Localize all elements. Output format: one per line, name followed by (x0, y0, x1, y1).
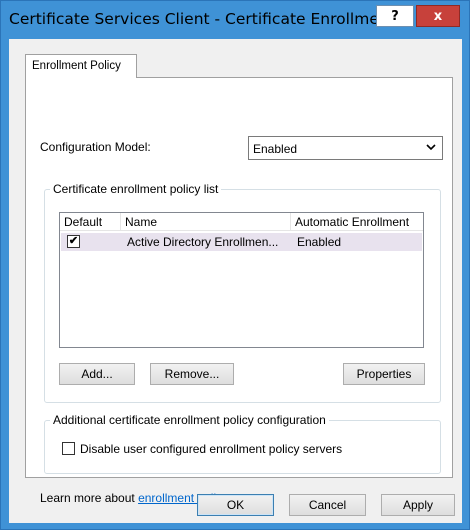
tab-panel: Configuration Model: Enabled Certificate… (25, 77, 453, 505)
disable-user-servers-checkbox[interactable] (62, 442, 75, 455)
remove-button[interactable]: Remove... (150, 363, 234, 385)
column-header-default[interactable]: Default (60, 213, 121, 231)
cancel-button[interactable]: Cancel (289, 494, 366, 516)
table-row[interactable]: ✔ Active Directory Enrollmen... Enabled (61, 233, 422, 251)
help-icon: ? (391, 8, 399, 24)
ok-button[interactable]: OK (197, 494, 274, 516)
apply-button[interactable]: Apply (381, 494, 455, 516)
policy-list-header: Default Name Automatic Enrollment (60, 213, 423, 231)
policy-auto-cell: Enabled (297, 235, 342, 249)
disable-user-servers-label: Disable user configured enrollment polic… (80, 442, 343, 456)
configuration-model-value: Enabled (253, 142, 298, 156)
help-button[interactable]: ? (376, 5, 414, 27)
configuration-model-label: Configuration Model: (40, 140, 151, 154)
window-title: Certificate Services Client - Certificat… (9, 10, 394, 28)
policy-list[interactable]: Default Name Automatic Enrollment ✔ Acti… (59, 212, 424, 348)
default-checkbox[interactable]: ✔ (67, 235, 80, 248)
add-button[interactable]: Add... (59, 363, 135, 385)
policy-list-group-label: Certificate enrollment policy list (50, 182, 222, 196)
chevron-down-icon (426, 140, 436, 155)
dialog-client-area: Enrollment Policy Configuration Model: E… (9, 39, 462, 523)
policy-name-cell: Active Directory Enrollmen... (127, 235, 279, 249)
close-icon: x (433, 8, 443, 24)
configuration-model-select[interactable]: Enabled (248, 136, 443, 160)
close-button[interactable]: x (416, 5, 460, 27)
learn-more-prefix: Learn more about (40, 491, 135, 505)
properties-button[interactable]: Properties (343, 363, 425, 385)
additional-config-group-label: Additional certificate enrollment policy… (50, 413, 329, 427)
title-bar[interactable]: Certificate Services Client - Certificat… (1, 1, 469, 39)
column-header-auto-enrollment[interactable]: Automatic Enrollment (291, 213, 423, 231)
column-header-name[interactable]: Name (121, 213, 291, 231)
dialog-window: Certificate Services Client - Certificat… (0, 0, 470, 530)
tab-enrollment-policy[interactable]: Enrollment Policy (25, 54, 137, 78)
